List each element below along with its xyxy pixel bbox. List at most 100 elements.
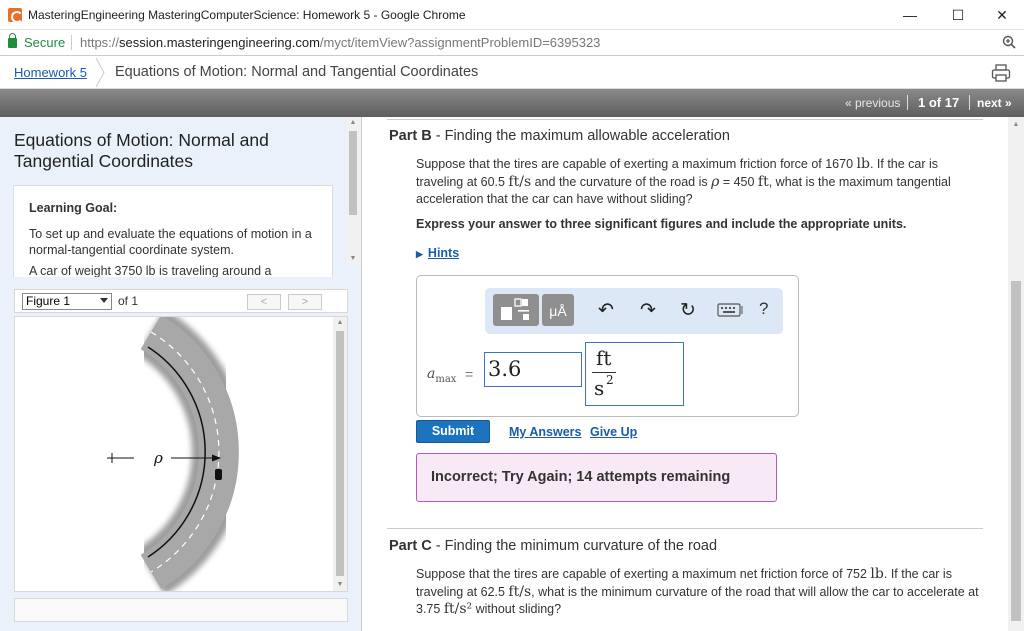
problem-nav-bar: « previous 1 of 17 next » [0,89,1024,117]
page-indicator: 1 of 17 [918,95,960,110]
page-title: Equations of Motion: Normal and Tangenti… [115,64,479,80]
problem-text-segment: and the curvature of the road is [531,174,712,189]
scroll-up-icon[interactable]: ▲ [346,117,360,129]
part-b-title[interactable]: Part B - Finding the maximum allowable a… [389,128,730,144]
address-divider [71,35,72,50]
scroll-down-icon[interactable]: ▼ [333,579,347,591]
breadcrumb: Homework 5 Equations of Motion: Normal a… [0,56,1024,89]
triangle-right-icon: ▶ [416,249,423,259]
next-link[interactable]: next » [977,96,1012,110]
address-bar[interactable]: Secure https://session.masteringengineer… [0,30,1024,56]
url-path: /myct/itemView?assignmentProblemID=63953… [319,35,601,50]
figure-viewport: ρ ▲ ▼ [14,308,348,596]
unit-exponent: 2 [606,373,614,387]
figure-select[interactable]: Figure 1 [22,293,112,310]
car-icon [215,469,222,480]
part-c-label: Part C [389,538,432,554]
secure-label: Secure [24,35,66,50]
window-title: MasteringEngineering MasteringComputerSc… [28,8,466,22]
scroll-up-icon[interactable]: ▲ [1009,119,1023,131]
scroll-up-icon[interactable]: ▲ [333,317,347,329]
url-text[interactable]: https://session.masteringengineering.com… [80,35,600,50]
learning-goal-box: Learning Goal: To set up and evaluate th… [13,185,333,277]
answer-subscript: max [435,373,457,385]
zoom-icon[interactable] [1002,35,1016,49]
breadcrumb-homework-link[interactable]: Homework 5 [14,65,87,80]
my-answers-link[interactable]: My Answers [509,425,581,439]
breadcrumb-chevron-icon [95,57,105,88]
learning-goal-heading: Learning Goal: [29,201,118,215]
intro-problem-text: A car of weight 3750 lb is traveling aro… [29,264,272,277]
minimize-button[interactable]: — [887,0,933,30]
part-b-title-text: - Finding the maximum allowable accelera… [431,128,730,144]
divider [387,528,983,529]
unit-denominator: s [594,376,605,400]
problem-text-segment: Suppose that the tires are capable of ex… [416,157,857,171]
undo-icon[interactable]: ↶ [595,300,617,322]
figure-select-value: Figure 1 [26,294,71,308]
hints-label: Hints [427,246,460,260]
equation-toolbar: μÅ ↶ ↷ ↻ ? [485,288,783,334]
nav-divider [907,95,908,110]
answer-units-input[interactable]: ft s 2 [585,342,684,406]
units-button[interactable]: μÅ [542,294,574,326]
figure-next-button[interactable]: > [288,294,322,310]
unit-numerator: ft [596,346,612,370]
page-scrollbar[interactable]: ▲ [1008,117,1024,631]
problem-text-segment: without sliding? [472,602,562,616]
redo-icon[interactable]: ↷ [637,300,659,322]
unit-ft-per-s: ft/s [508,583,532,600]
templates-icon[interactable] [493,294,539,326]
unit-ft: ft [757,173,769,190]
part-b-problem-text: Suppose that the tires are capable of ex… [416,156,986,209]
figure-scroll-thumb[interactable] [336,331,344,576]
url-host: session.masteringengineering.com [119,35,320,50]
feedback-message: Incorrect; Try Again; 14 attempts remain… [416,453,777,502]
part-c-problem-text: Suppose that the tires are capable of ex… [416,566,986,619]
answer-value-input[interactable]: 3.6 [484,352,582,387]
print-icon[interactable] [991,64,1011,82]
intro-title: Equations of Motion: Normal and Tangenti… [14,130,269,171]
equals-sign: = [465,366,474,382]
problem-text-segment: Suppose that the tires are capable of ex… [416,567,871,581]
unit-ft-per-s2: ft/s² [443,601,473,617]
road-curve-figure: ρ [107,308,246,596]
chevron-down-icon [100,298,108,303]
part-c-title-text: - Finding the minimum curvature of the r… [431,538,718,554]
part-c-title[interactable]: Part C - Finding the minimum curvature o… [389,538,717,554]
figure-footer [14,598,348,622]
problem-text-segment: = 450 [719,174,758,189]
figure-count: of 1 [118,294,139,308]
page-scroll-thumb[interactable] [1011,281,1021,621]
intro-panel: Equations of Motion: Normal and Tangenti… [0,117,362,631]
keyboard-icon[interactable] [717,302,743,318]
url-scheme: https:// [80,35,120,50]
hints-link[interactable]: ▶ Hints [416,246,459,260]
previous-link[interactable]: « previous [845,96,900,110]
close-button[interactable]: ✕ [979,0,1024,30]
learning-goal-text: To set up and evaluate the equations of … [29,227,312,257]
reset-icon[interactable]: ↻ [677,300,699,322]
maximize-button[interactable]: ☐ [935,0,981,30]
intro-scroll-thumb[interactable] [349,131,357,215]
help-icon[interactable]: ? [759,299,768,319]
give-up-link[interactable]: Give Up [590,425,637,439]
rho-label: ρ [153,449,163,467]
scroll-down-icon[interactable]: ▼ [346,253,360,265]
figure-toolbar: Figure 1 of 1 < > [14,289,348,313]
window-titlebar: MasteringEngineering MasteringComputerSc… [0,0,1024,30]
answer-box: μÅ ↶ ↷ ↻ ? amax = 3.6 ft s 2 [416,275,799,417]
mastering-favicon-icon [8,8,23,23]
divider [387,119,983,120]
problem-panel: Part B - Finding the maximum allowable a… [363,117,1008,631]
nav-divider [969,95,970,110]
unit-ft-per-s: ft/s [508,173,532,190]
submit-button[interactable]: Submit [416,420,490,443]
figure-prev-button[interactable]: < [247,294,281,310]
unit-lb: lb [870,566,884,582]
figure-scrollbar[interactable]: ▲ ▼ [333,317,347,591]
unit-lb: lb [856,156,870,172]
answer-variable-label: amax [427,366,456,385]
intro-scrollbar[interactable]: ▲ ▼ [346,117,360,265]
lock-icon [8,33,17,48]
